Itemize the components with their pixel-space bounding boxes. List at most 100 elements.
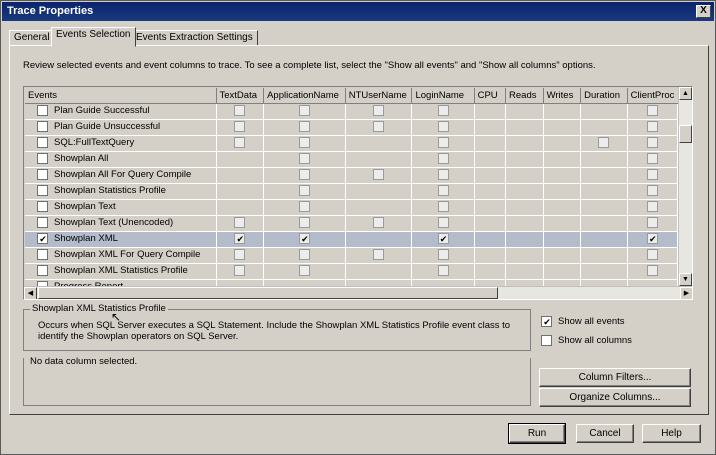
tab-events-extraction-settings[interactable]: Events Extraction Settings bbox=[131, 30, 258, 46]
column-checkbox[interactable] bbox=[234, 265, 246, 277]
table-row[interactable]: Showplan XML Statistics Profile bbox=[25, 263, 678, 280]
column-header-loginname[interactable]: LoginName bbox=[411, 88, 475, 104]
column-checkbox[interactable] bbox=[646, 249, 658, 261]
column-checkbox[interactable] bbox=[234, 233, 246, 245]
column-checkbox[interactable] bbox=[298, 185, 310, 197]
column-checkbox[interactable] bbox=[298, 105, 310, 117]
cancel-button[interactable]: Cancel bbox=[576, 424, 634, 443]
column-checkbox[interactable] bbox=[298, 249, 310, 261]
show-all-columns-checkbox[interactable] bbox=[541, 335, 552, 346]
column-header-duration[interactable]: Duration bbox=[580, 88, 628, 104]
column-header-applicationname[interactable]: ApplicationName bbox=[263, 88, 346, 104]
column-checkbox[interactable] bbox=[646, 217, 658, 229]
table-row[interactable]: Showplan Text (Unencoded) bbox=[25, 215, 678, 232]
event-checkbox[interactable] bbox=[37, 169, 48, 181]
column-checkbox[interactable] bbox=[298, 233, 310, 245]
close-icon[interactable]: X bbox=[696, 5, 711, 18]
column-checkbox[interactable] bbox=[373, 121, 385, 133]
column-checkbox[interactable] bbox=[437, 265, 449, 277]
scroll-down-icon[interactable]: ▼ bbox=[679, 273, 692, 286]
event-checkbox[interactable] bbox=[37, 233, 48, 245]
vertical-scroll-thumb[interactable] bbox=[679, 125, 692, 143]
event-checkbox[interactable] bbox=[37, 153, 48, 165]
column-header-textdata[interactable]: TextData bbox=[216, 88, 265, 104]
horizontal-scrollbar[interactable]: ◀ ▶ bbox=[24, 286, 692, 299]
column-checkbox[interactable] bbox=[298, 217, 310, 229]
column-checkbox[interactable] bbox=[646, 153, 658, 165]
column-checkbox[interactable] bbox=[646, 185, 658, 197]
table-row[interactable]: Showplan Statistics Profile bbox=[25, 183, 678, 200]
show-all-columns-option[interactable]: Show all columns bbox=[541, 335, 632, 346]
table-row[interactable]: Showplan Text bbox=[25, 199, 678, 216]
column-checkbox[interactable] bbox=[373, 249, 385, 261]
show-all-events-checkbox[interactable] bbox=[541, 316, 552, 327]
column-checkbox[interactable] bbox=[646, 265, 658, 277]
column-checkbox[interactable] bbox=[437, 249, 449, 261]
show-all-events-option[interactable]: Show all events bbox=[541, 316, 625, 327]
column-checkbox[interactable] bbox=[234, 121, 246, 133]
tab-general[interactable]: General bbox=[9, 30, 55, 46]
column-header-reads[interactable]: Reads bbox=[505, 88, 544, 104]
column-checkbox[interactable] bbox=[298, 201, 310, 213]
column-checkbox[interactable] bbox=[298, 153, 310, 165]
column-checkbox[interactable] bbox=[234, 105, 246, 117]
column-checkbox[interactable] bbox=[646, 105, 658, 117]
column-checkbox[interactable] bbox=[234, 249, 246, 261]
column-checkbox[interactable] bbox=[437, 169, 449, 181]
column-checkbox[interactable] bbox=[437, 217, 449, 229]
event-checkbox[interactable] bbox=[37, 185, 48, 197]
column-checkbox[interactable] bbox=[646, 137, 658, 149]
column-checkbox[interactable] bbox=[646, 233, 658, 245]
vertical-scrollbar[interactable]: ▲ ▼ bbox=[678, 87, 692, 286]
horizontal-scroll-thumb[interactable] bbox=[38, 287, 498, 299]
column-checkbox[interactable] bbox=[437, 233, 449, 245]
table-row[interactable]: Showplan All bbox=[25, 151, 678, 168]
event-checkbox[interactable] bbox=[37, 105, 48, 117]
column-filters-button[interactable]: Column Filters... bbox=[539, 368, 691, 387]
event-checkbox[interactable] bbox=[37, 137, 48, 149]
column-checkbox[interactable] bbox=[373, 105, 385, 117]
table-row[interactable]: SQL:FullTextQuery bbox=[25, 135, 678, 152]
column-checkbox[interactable] bbox=[373, 169, 385, 181]
table-row[interactable]: Plan Guide Successful bbox=[25, 103, 678, 120]
help-button[interactable]: Help bbox=[642, 424, 701, 443]
column-checkbox[interactable] bbox=[437, 105, 449, 117]
scroll-left-icon[interactable]: ◀ bbox=[24, 287, 37, 299]
column-header-cpu[interactable]: CPU bbox=[474, 88, 507, 104]
column-checkbox[interactable] bbox=[234, 137, 246, 149]
column-checkbox[interactable] bbox=[646, 121, 658, 133]
table-row[interactable]: Showplan XML bbox=[25, 231, 678, 248]
column-checkbox[interactable] bbox=[437, 201, 449, 213]
column-checkbox[interactable] bbox=[298, 265, 310, 277]
column-checkbox[interactable] bbox=[646, 169, 658, 181]
event-checkbox[interactable] bbox=[37, 201, 48, 213]
organize-columns-button[interactable]: Organize Columns... bbox=[539, 388, 691, 407]
column-checkbox[interactable] bbox=[437, 185, 449, 197]
event-checkbox[interactable] bbox=[37, 265, 48, 277]
event-checkbox[interactable] bbox=[37, 217, 48, 229]
column-header-writes[interactable]: Writes bbox=[543, 88, 582, 104]
column-checkbox[interactable] bbox=[298, 121, 310, 133]
column-checkbox[interactable] bbox=[598, 137, 610, 149]
tab-events-selection[interactable]: Events Selection bbox=[51, 27, 136, 47]
event-checkbox[interactable] bbox=[37, 249, 48, 261]
column-header-ntusername[interactable]: NTUserName bbox=[345, 88, 413, 104]
event-checkbox[interactable] bbox=[37, 121, 48, 133]
column-cell bbox=[505, 231, 544, 248]
scroll-right-icon[interactable]: ▶ bbox=[680, 287, 692, 299]
table-row[interactable]: Showplan XML For Query Compile bbox=[25, 247, 678, 264]
column-checkbox[interactable] bbox=[646, 201, 658, 213]
column-checkbox[interactable] bbox=[437, 137, 449, 149]
table-row[interactable]: Plan Guide Unsuccessful bbox=[25, 119, 678, 136]
run-button[interactable]: Run bbox=[508, 423, 566, 444]
column-checkbox[interactable] bbox=[298, 137, 310, 149]
column-header-events[interactable]: Events bbox=[25, 88, 217, 104]
column-checkbox[interactable] bbox=[234, 217, 246, 229]
table-row[interactable]: Showplan All For Query Compile bbox=[25, 167, 678, 184]
column-checkbox[interactable] bbox=[298, 169, 310, 181]
column-header-clientproc[interactable]: ClientProc bbox=[627, 88, 678, 104]
column-checkbox[interactable] bbox=[437, 121, 449, 133]
column-checkbox[interactable] bbox=[437, 153, 449, 165]
scroll-up-icon[interactable]: ▲ bbox=[679, 87, 692, 100]
column-checkbox[interactable] bbox=[373, 217, 385, 229]
